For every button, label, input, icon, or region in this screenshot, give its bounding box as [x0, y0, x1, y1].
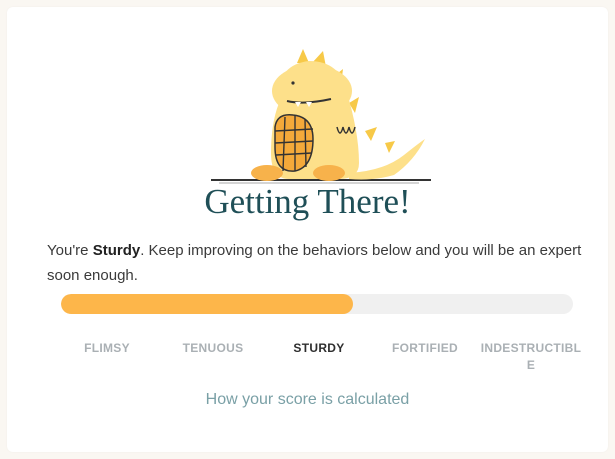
level-fortified: FORTIFIED: [391, 341, 459, 355]
score-progress-bar: [61, 294, 573, 314]
level-tenuous: TENUOUS: [182, 341, 244, 355]
level-scale: FLIMSY TENUOUS STURDY FORTIFIED INDESTRU…: [54, 340, 584, 380]
level-flimsy: FLIMSY: [84, 341, 130, 355]
level-indestructible: INDESTRUCTIBLE: [480, 341, 582, 372]
score-card: Getting There! You're Sturdy. Keep impro…: [7, 7, 608, 452]
message-prefix: You're: [47, 242, 93, 259]
score-progress-fill: [61, 294, 353, 314]
status-message: You're Sturdy. Keep improving on the beh…: [47, 238, 592, 288]
current-level-name: Sturdy: [92, 242, 141, 259]
yellow-dinosaur-with-waffle-icon: [211, 49, 431, 184]
level-sturdy: STURDY: [293, 341, 345, 355]
score-calculation-link[interactable]: How your score is calculated: [7, 391, 608, 409]
status-title: Getting There!: [204, 182, 411, 221]
